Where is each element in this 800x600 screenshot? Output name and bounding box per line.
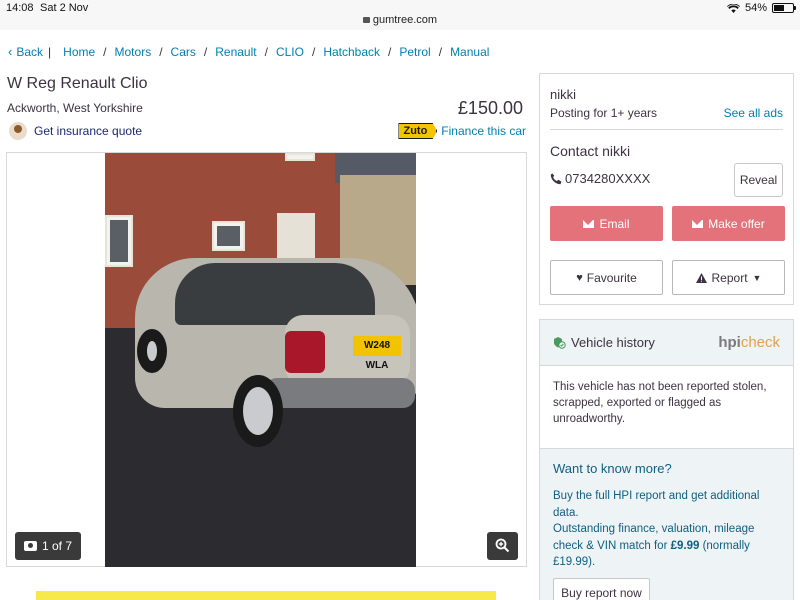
breadcrumb-cars[interactable]: Cars [171,45,196,59]
contact-title: Contact nikki [550,143,631,159]
listing-price: £150.00 [457,98,523,118]
reveal-button[interactable]: Reveal [734,163,783,197]
upsell-text: Buy the full HPI report and get addition… [553,490,760,568]
hpi-upsell: Want to know more? Buy the full HPI repo… [540,448,793,600]
seller-name: nikki [550,87,577,102]
breadcrumb-hatchback[interactable]: Hatchback [323,45,380,59]
wifi-icon [726,3,740,13]
breadcrumb-manual[interactable]: Manual [450,45,489,59]
finance-link[interactable]: Zuto Finance this car [398,123,526,139]
envelope-icon [583,219,595,228]
vehicle-history-status: This vehicle has not been reported stole… [553,381,767,425]
see-all-ads-link[interactable]: See all ads [724,106,783,120]
zoom-button[interactable] [487,532,518,560]
photo-counter[interactable]: 1 of 7 [15,532,82,560]
camera-icon [24,541,37,551]
lock-icon [362,17,370,23]
make-offer-button[interactable]: Make offer [672,206,785,241]
breadcrumb-motors[interactable]: Motors [115,45,152,59]
breadcrumb-petrol[interactable]: Petrol [399,45,430,59]
back-link[interactable]: ‹ Back [8,44,43,59]
zoom-in-icon [495,538,510,553]
vehicle-history-header: Vehicle history hpicheck [540,320,793,366]
wheel [233,375,283,447]
chevron-left-icon: ‹ [8,44,13,59]
favourite-label: Favourite [586,270,637,285]
email-button[interactable]: Email [550,206,663,241]
heart-icon: ♥ [576,271,583,284]
check-shield-icon [554,337,566,349]
number-plate: W248 WLA [353,336,401,371]
buy-report-button[interactable]: Buy report now [553,578,650,600]
breadcrumb-home[interactable]: Home [63,45,95,59]
report-label: Report [711,270,748,285]
insurance-meerkat-icon [9,122,27,140]
posting-duration: Posting for 1+ years [550,106,658,120]
insurance-quote-label: Get insurance quote [34,124,143,138]
battery-percent: 54% [744,2,767,14]
listing-title: W Reg Renault Clio [7,75,148,92]
breadcrumb-divider: | [48,44,52,59]
car-photo[interactable]: W248 WLA [105,153,416,567]
report-button[interactable]: Report ▼ [672,260,785,295]
address-bar[interactable]: gumtree.com [0,14,800,26]
zuto-logo: Zuto [398,123,438,139]
vehicle-history-panel: Vehicle history hpicheck This vehicle ha… [539,319,794,600]
vehicle-history-title: Vehicle history [571,335,655,350]
seller-panel: nikki Posting for 1+ years See all ads C… [539,73,794,305]
image-gallery[interactable]: W248 WLA 1 of 7 [6,152,527,567]
status-date: Sat 2 Nov [40,2,89,14]
listing-location: Ackworth, West Yorkshire [7,101,143,115]
email-label: Email [599,216,630,231]
advert-banner[interactable] [36,591,496,600]
back-label: Back [16,44,44,59]
url-text: gumtree.com [372,14,438,26]
warning-icon [695,272,707,283]
breadcrumb-clio[interactable]: CLIO [276,45,304,59]
hpi-check-logo: hpicheck [718,334,780,351]
phone-icon [550,173,562,184]
favourite-button[interactable]: ♥ Favourite [550,260,663,295]
phone-number: 0734280XXXX [550,171,650,186]
finance-label: Finance this car [441,124,526,138]
battery-icon [772,3,796,13]
upsell-title: Want to know more? [553,461,672,476]
report-price: £9.99 [670,539,700,552]
envelope-icon [692,219,704,228]
caret-down-icon: ▼ [752,272,762,283]
breadcrumb-renault[interactable]: Renault [215,45,256,59]
make-offer-label: Make offer [708,216,765,231]
divider [550,129,783,130]
breadcrumb: ‹ Back | Home / Motors / Cars / Renault / CLI… [8,44,490,59]
insurance-quote-link[interactable]: Get insurance quote [9,122,142,140]
status-time: 14:08 [6,2,34,14]
photo-counter-label: 1 of 7 [42,539,73,553]
wheel [137,329,167,373]
status-indicators: 54% [726,2,796,14]
status-bar: 14:08 Sat 2 Nov gumtree.com 54% [0,0,800,30]
phone-number-text: 0734280XXXX [565,171,651,186]
